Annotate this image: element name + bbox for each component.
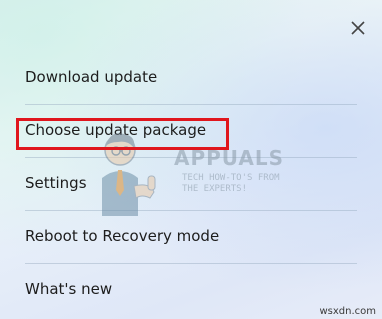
options-menu: Download update Choose update package Se… (0, 52, 382, 317)
menu-item-settings[interactable]: Settings (0, 158, 382, 211)
menu-item-label: Choose update package (25, 121, 207, 139)
menu-item-label: Reboot to Recovery mode (25, 227, 220, 245)
menu-item-label: Settings (25, 174, 87, 192)
close-icon (351, 21, 365, 35)
menu-item-label: What's new (25, 280, 113, 298)
menu-item-download-update[interactable]: Download update (0, 52, 382, 105)
source-credit: wsxdn.com (319, 306, 376, 317)
menu-item-label: Download update (25, 68, 158, 86)
close-button[interactable] (346, 16, 370, 40)
menu-item-reboot-to-recovery[interactable]: Reboot to Recovery mode (0, 211, 382, 264)
menu-item-choose-update-package[interactable]: Choose update package (0, 105, 382, 158)
